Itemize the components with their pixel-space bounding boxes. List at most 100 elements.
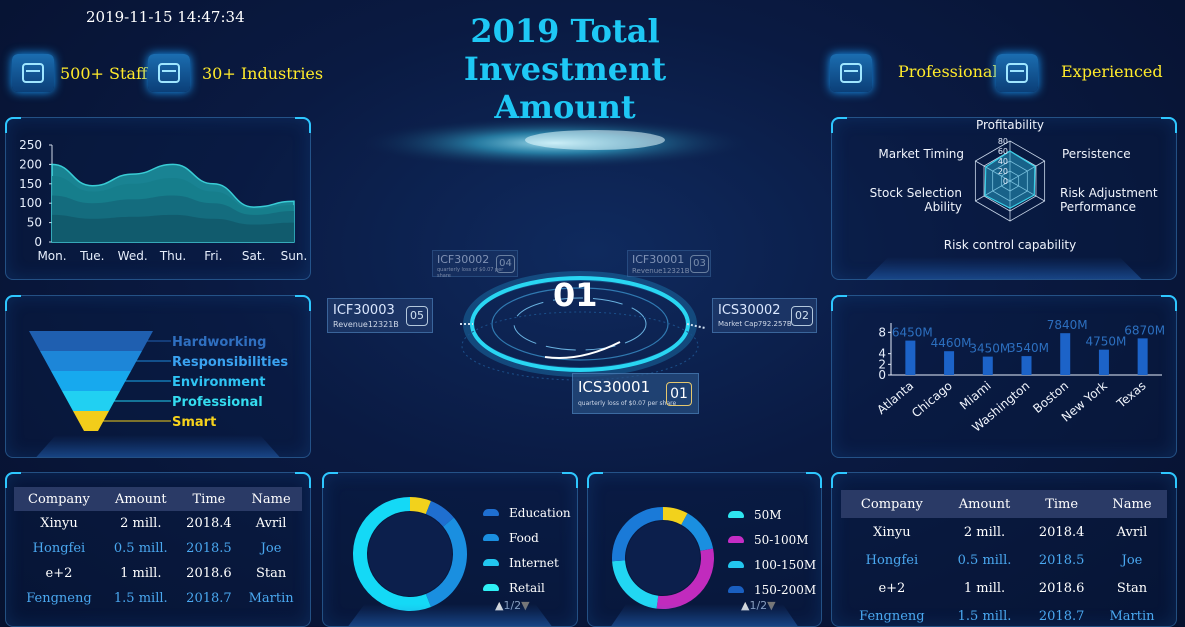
table-row: e+2 1 mill. 2018.6 Stan [841, 574, 1167, 602]
funnel-label: Responsibilities [172, 355, 288, 370]
chip-number: 04 [496, 255, 515, 273]
bar-data-label: 6870M [1124, 323, 1165, 337]
cell: Stan [255, 566, 287, 581]
y-tick-label: 250 [19, 138, 42, 152]
chip-title: ICF30001 [632, 253, 685, 266]
cell: Hongfei [865, 552, 919, 568]
radar-indicator-label: Persistence [1062, 147, 1131, 161]
server-icon [12, 54, 54, 92]
legend-50-100m[interactable]: 50-100M [728, 527, 816, 552]
chip-sub: Market Cap792.257B [718, 320, 792, 328]
radar-panel: 80 60 40 20 0 Profitability Persistence Risk Ad… [831, 117, 1177, 280]
chip-sub: Revenue12321B [632, 267, 690, 275]
bar-data-label: 3540M [1008, 341, 1049, 355]
chip-title: ICS30001 [578, 378, 651, 396]
legend-swatch [483, 584, 499, 591]
bar [905, 340, 916, 375]
chip-ics30001[interactable]: ICS30001 quarterly loss of $0.07 per sha… [572, 373, 699, 414]
x-tick-label: Mon. [37, 249, 66, 263]
legend-education[interactable]: Education [483, 500, 571, 525]
cell: e+2 [878, 580, 906, 596]
chip-icf30001[interactable]: ICF30001 Revenue12321B 03 [627, 250, 711, 277]
cell: 1.5 mill. [957, 608, 1012, 624]
chip-icf30002[interactable]: ICF30002 quarterly loss of $0.07 per sha… [432, 250, 518, 279]
bar [1021, 356, 1032, 375]
col-amount: Amount [103, 487, 178, 511]
cell: 2018.4 [1038, 524, 1085, 540]
funnel-label: Smart [172, 415, 216, 430]
legend-food[interactable]: Food [483, 525, 571, 550]
amount-donut [612, 507, 714, 609]
cell: Avril [255, 516, 287, 531]
hud-arc [544, 341, 621, 359]
y-tick-label: 50 [27, 216, 42, 230]
staff-label: 500+ Staff [60, 64, 148, 83]
legend-50m[interactable]: 50M [728, 502, 816, 527]
legend-label: 50M [754, 507, 782, 522]
legend-swatch [483, 534, 499, 541]
legend-swatch [728, 561, 744, 568]
y-tick-label: 8 [878, 325, 886, 339]
donut-hole [368, 512, 452, 596]
table-row: Fengneng 1.5 mill. 2018.7 Martin [841, 602, 1167, 627]
cell: e+2 [45, 566, 73, 581]
investment-table-right: Company Amount Time Name Xinyu 2 mill. 201… [841, 490, 1167, 627]
industries-label: 30+ Industries [202, 64, 324, 83]
funnel-label: Professional [172, 395, 263, 410]
chip-icf30003[interactable]: ICF30003 Revenue12321B 05 [327, 298, 433, 333]
radar-scale-label: 60 [998, 147, 1008, 156]
radar-indicator-label: Market Timing [878, 147, 964, 161]
legend-label: Internet [509, 555, 559, 570]
table-row: Fengneng 1.5 mill. 2018.7 Martin [14, 586, 302, 611]
server-icon [148, 54, 190, 92]
particle-cloud [355, 117, 755, 169]
bar-chart: 84206450MAtlanta4460MChicago3450MMiami35… [874, 318, 1165, 434]
radar-indicator-label: Ability [924, 200, 962, 214]
funnel-level [51, 371, 131, 391]
cell: 1 mill. [120, 566, 162, 581]
chip-title: ICF30003 [333, 303, 395, 318]
bar [1098, 349, 1109, 375]
chip-ics30002[interactable]: ICS30002 Market Cap792.257B 02 [712, 298, 817, 333]
legend-internet[interactable]: Internet [483, 550, 571, 575]
chip-number: 03 [690, 255, 709, 273]
industry-legend: Education Food Internet Retail [483, 500, 571, 600]
funnel-level [62, 391, 120, 411]
x-tick-label: Wed. [118, 249, 148, 263]
cell: Stan [1116, 580, 1148, 596]
table-row: e+2 1 mill. 2018.6 Stan [14, 561, 302, 586]
industry-donut [353, 497, 467, 611]
legend-swatch [483, 509, 499, 516]
area-chart-panel: 250 200 150 100 50 0 Mon. Tue. Wed. Thu. Fri. Sat. S… [5, 117, 311, 280]
radar-indicator-label: Stock Selection [870, 186, 962, 200]
cell: Fengneng [26, 591, 92, 606]
x-tick-label: Sun. [281, 249, 308, 263]
chip-title: ICF30002 [437, 253, 490, 266]
legend-swatch [728, 511, 744, 518]
legend-swatch [483, 559, 499, 566]
cell: 2018.4 [186, 516, 232, 531]
y-tick-label: 0 [34, 235, 42, 249]
table-right-panel: Company Amount Time Name Xinyu 2 mill. 201… [831, 472, 1177, 627]
funnel-label: Environment [172, 375, 266, 390]
donut-industry-panel: Education Food Internet Retail ▲1/2▼ [322, 472, 578, 627]
cell: 2018.6 [1038, 580, 1085, 596]
investment-table-left: Company Amount Time Name Xinyu 2 mill. 201… [14, 487, 302, 611]
chip-number: 05 [406, 306, 428, 326]
cell: 2 mill. [120, 516, 162, 531]
radar-indicator-label: Performance [1060, 200, 1136, 214]
bar [944, 351, 955, 375]
col-time: Time [1026, 490, 1097, 518]
col-name: Name [1096, 490, 1167, 518]
server-icon [830, 54, 872, 92]
cell: 2018.7 [1038, 608, 1085, 624]
table-row: Xinyu 2 mill. 2018.4 Avril [841, 518, 1167, 546]
legend-retail[interactable]: Retail [483, 575, 571, 600]
donut-amount-panel: 50M 50-100M 100-150M 150-200M ▲1/2▼ [587, 472, 822, 627]
cell: Fengneng [859, 608, 925, 624]
center-big-number: 01 [553, 276, 598, 314]
bar-data-label: 3450M [969, 342, 1010, 356]
x-tick-label: Texas [1113, 379, 1148, 412]
col-company: Company [841, 490, 943, 518]
legend-100-150m[interactable]: 100-150M [728, 552, 816, 577]
